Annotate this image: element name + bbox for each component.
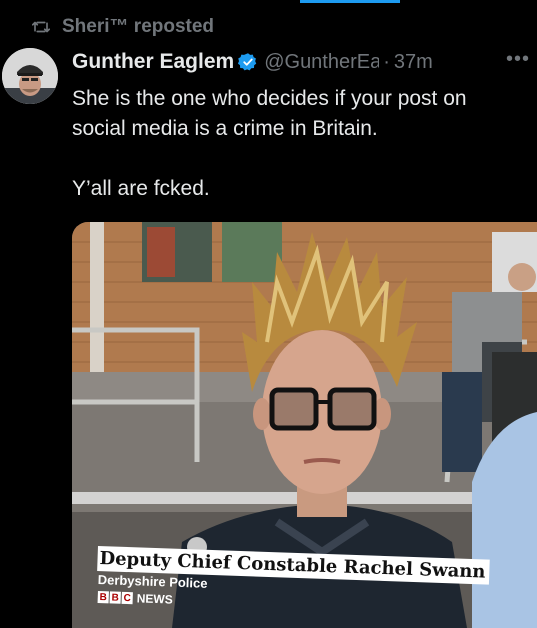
repost-icon <box>32 21 50 33</box>
brand-letter: B <box>109 591 121 604</box>
brand-letter: B <box>97 590 109 604</box>
post-line: She is the one who decides if your post … <box>72 87 467 140</box>
avatar[interactable] <box>2 48 58 104</box>
brand-word: NEWS <box>136 591 173 607</box>
verified-badge-icon <box>238 52 258 72</box>
post-text: She is the one who decides if your post … <box>72 84 522 204</box>
brand-letter: C <box>121 591 133 605</box>
bbc-news-logo: B B C NEWS <box>97 590 173 607</box>
more-options-icon[interactable]: ••• <box>506 48 530 71</box>
post-header: Gunther Eaglem @GuntherEagle · 37m ••• <box>72 48 534 76</box>
repost-label: Sheri™ reposted <box>62 16 215 37</box>
header-separator: · <box>383 50 390 73</box>
post-timestamp[interactable]: 37m <box>394 51 433 74</box>
author-name[interactable]: Gunther Eaglem <box>72 50 234 74</box>
author-handle[interactable]: @GuntherEagle <box>264 51 379 74</box>
repost-indicator[interactable]: Sheri™ reposted <box>32 14 214 40</box>
top-accent-bar <box>300 0 400 3</box>
post-line: Y’all are fcked. <box>72 177 210 200</box>
